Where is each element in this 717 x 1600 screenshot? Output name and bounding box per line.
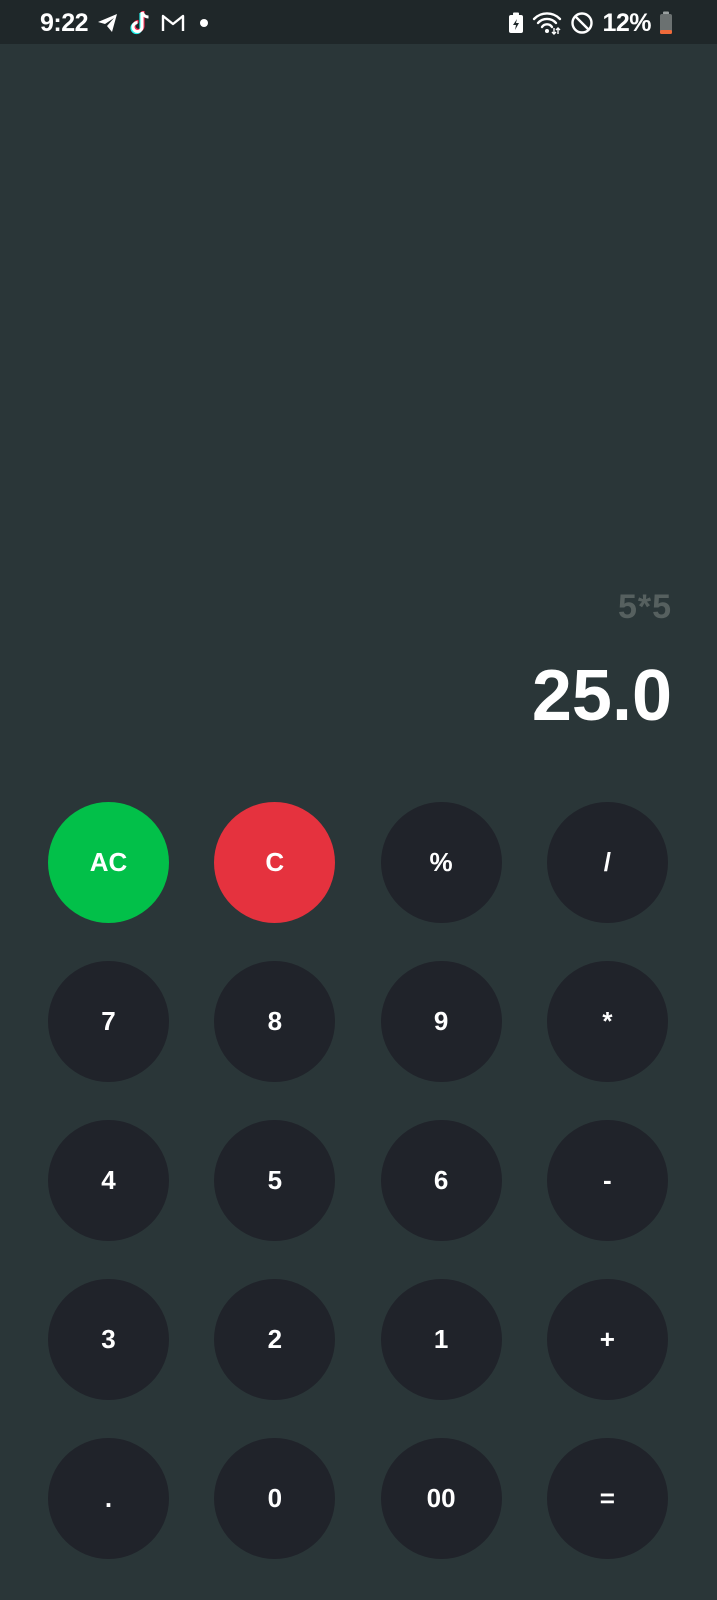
do-not-disturb-icon xyxy=(570,11,594,35)
digit-3-button[interactable]: 3 xyxy=(48,1279,169,1400)
digit-8-button[interactable]: 8 xyxy=(214,961,336,1082)
battery-saver-icon xyxy=(508,12,524,34)
decimal-button[interactable]: . xyxy=(48,1438,169,1559)
percent-button[interactable]: % xyxy=(380,802,502,923)
digit-6-button[interactable]: 6 xyxy=(380,1120,502,1241)
subtract-button[interactable]: - xyxy=(546,1120,668,1241)
add-button[interactable]: + xyxy=(546,1279,668,1400)
digit-9-button[interactable]: 9 xyxy=(380,961,502,1082)
equals-button[interactable]: = xyxy=(546,1438,668,1559)
status-time: 9:22 xyxy=(40,8,89,37)
all-clear-button[interactable]: AC xyxy=(48,802,169,923)
clear-button[interactable]: C xyxy=(214,802,336,923)
digit-7-button[interactable]: 7 xyxy=(48,961,169,1082)
battery-percent: 12% xyxy=(602,8,651,37)
keypad: AC C % / 7 8 9 * 4 5 6 - 3 2 1 + . 0 00 … xyxy=(48,802,669,1559)
battery-icon xyxy=(659,11,673,35)
digit-4-button[interactable]: 4 xyxy=(48,1120,169,1241)
double-zero-button[interactable]: 00 xyxy=(380,1438,502,1559)
digit-0-button[interactable]: 0 xyxy=(214,1438,336,1559)
tiktok-icon xyxy=(128,10,152,36)
digit-1-button[interactable]: 1 xyxy=(380,1279,502,1400)
status-right: 12% xyxy=(508,8,673,38)
status-left: 9:22 xyxy=(40,8,209,38)
wifi-icon xyxy=(532,11,562,35)
digit-2-button[interactable]: 2 xyxy=(214,1279,336,1400)
telegram-icon xyxy=(96,11,120,35)
multiply-button[interactable]: * xyxy=(546,961,668,1082)
gmail-icon xyxy=(160,12,186,34)
status-bar: 9:22 12% xyxy=(0,0,717,44)
notification-dot-icon xyxy=(200,19,209,27)
divide-button[interactable]: / xyxy=(546,802,668,923)
expression-display: 5*5 xyxy=(617,588,672,626)
result-display: 25.0 xyxy=(531,656,672,736)
digit-5-button[interactable]: 5 xyxy=(214,1120,336,1241)
